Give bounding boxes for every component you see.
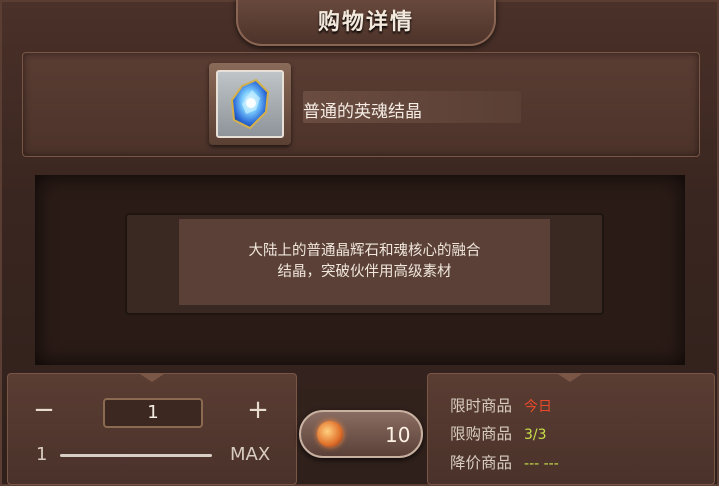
title-tab: 购物详情 <box>236 0 496 46</box>
description-box: 大陆上的普通晶辉石和魂核心的融合 结晶，突破伙伴用高级素材 <box>125 213 604 315</box>
info-row-limited-time: 限时商品 今日 <box>450 394 552 416</box>
increase-button[interactable]: + <box>242 396 274 424</box>
coin-icon <box>317 421 343 447</box>
quantity-input[interactable]: 1 <box>103 398 203 428</box>
item-name-bar: 普通的英魂结晶 <box>303 91 521 123</box>
window-title: 购物详情 <box>317 10 414 35</box>
info-row-purchase-limit: 限购商品 3/3 <box>450 422 547 444</box>
quantity-panel: − 1 + 1 MAX <box>7 373 297 485</box>
info-value: --- --- <box>524 456 559 472</box>
buy-price: 10 <box>385 423 411 447</box>
quantity-slider[interactable] <box>60 454 212 457</box>
crystal-icon <box>230 78 270 130</box>
item-icon-slot <box>216 70 284 138</box>
info-value: 3/3 <box>524 427 547 443</box>
item-name: 普通的英魂结晶 <box>303 102 422 122</box>
buy-button[interactable]: 10 <box>299 410 423 458</box>
item-icon-frame[interactable] <box>209 63 291 145</box>
info-value: 今日 <box>524 399 553 415</box>
decrease-button[interactable]: − <box>28 396 60 424</box>
description-line-2: 结晶，突破伙伴用高级素材 <box>277 264 452 280</box>
panel-notch <box>558 374 582 382</box>
max-button[interactable]: MAX <box>230 444 270 465</box>
item-panel: 普通的英魂结晶 <box>22 52 700 157</box>
info-label: 限购商品 <box>450 425 513 443</box>
info-label: 降价商品 <box>450 454 513 472</box>
description-panel: 大陆上的普通晶辉石和魂核心的融合 结晶，突破伙伴用高级素材 <box>179 219 550 305</box>
info-row-discount: 降价商品 --- --- <box>450 451 559 473</box>
slider-min-label: 1 <box>36 444 48 465</box>
description-line-1: 大陆上的普通晶辉石和魂核心的融合 <box>248 243 481 259</box>
info-label: 限时商品 <box>450 397 513 415</box>
info-panel: 限时商品 今日 限购商品 3/3 降价商品 --- --- <box>427 373 715 485</box>
panel-notch <box>140 374 164 382</box>
